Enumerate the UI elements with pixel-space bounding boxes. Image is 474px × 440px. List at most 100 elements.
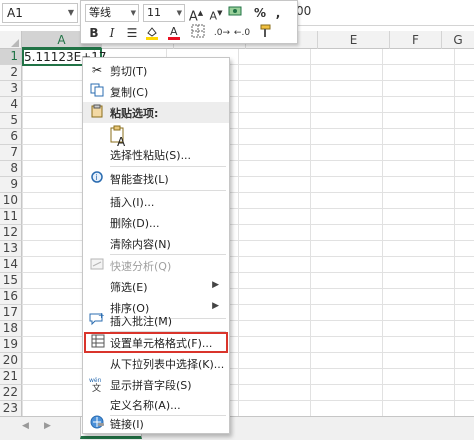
row-header-23[interactable]: 23 [0, 401, 22, 417]
row-header-2[interactable]: 2 [0, 65, 22, 81]
column-header-f[interactable]: F [390, 31, 442, 49]
decrease-font-icon[interactable]: A▼ [207, 4, 225, 23]
menu-item-insert[interactable]: 插入(I)... [83, 191, 229, 212]
menu-item-label: 设置单元格格式(F)... [110, 337, 213, 350]
percent-style-button[interactable]: % [251, 4, 269, 22]
fill-color-icon[interactable] [143, 24, 161, 42]
row-header-19[interactable]: 19 [0, 337, 22, 353]
select-all-button[interactable] [0, 31, 22, 49]
svg-text:i: i [95, 173, 97, 182]
row-header-10[interactable]: 10 [0, 193, 22, 209]
menu-item-phonetic[interactable]: wén 文 显示拼音字段(S) [83, 374, 229, 395]
menu-item-link[interactable]: 链接(I) [83, 413, 229, 434]
borders-icon[interactable] [189, 24, 207, 42]
scroll-left-icon[interactable]: ◀ [22, 421, 29, 431]
submenu-arrow-icon: ▶ [212, 280, 219, 290]
menu-separator [110, 166, 226, 167]
row-header-18[interactable]: 18 [0, 321, 22, 337]
svg-text:A: A [170, 25, 178, 38]
increase-decimal-icon[interactable]: .0→ [213, 24, 231, 42]
menu-item-label: 复制(C) [110, 86, 149, 99]
mini-toolbar: 等线 ▼ 11 ▼ A▲ A▼ % , B I ☰ A .0→ ←.0 [80, 0, 298, 44]
clipboard-icon [89, 104, 105, 120]
decrease-decimal-icon[interactable]: ←.0 [233, 24, 251, 42]
column-header-g[interactable]: G [442, 31, 474, 49]
row-header-6[interactable]: 6 [0, 129, 22, 145]
context-menu: ✂ 剪切(T) 复制(C) 粘贴选项: A 选择性粘贴(S)... i 智能查找… [82, 57, 230, 434]
comma-style-button[interactable]: , [269, 4, 287, 22]
row-header-3[interactable]: 3 [0, 81, 22, 97]
row-header-1[interactable]: 1 [0, 49, 22, 65]
font-name-box[interactable]: 等线 ▼ [85, 4, 139, 22]
quick-analysis-icon [89, 257, 105, 273]
formula-value[interactable]: 00 [296, 4, 311, 18]
align-center-icon[interactable]: ☰ [123, 24, 141, 42]
row-header-14[interactable]: 14 [0, 257, 22, 273]
menu-item-cut[interactable]: ✂ 剪切(T) [83, 60, 229, 81]
column-header-e[interactable]: E [318, 31, 390, 49]
copy-icon [89, 83, 105, 99]
menu-item-paste-special[interactable]: 选择性粘贴(S)... [83, 144, 229, 165]
row-header-12[interactable]: 12 [0, 225, 22, 241]
menu-item-label: 删除(D)... [110, 217, 160, 230]
name-box[interactable]: A1 ▼ [2, 3, 78, 23]
font-size-value: 11 [147, 6, 161, 19]
menu-item-label: 智能查找(L) [110, 173, 169, 186]
row-header-9[interactable]: 9 [0, 177, 22, 193]
menu-item-smart-lookup[interactable]: i 智能查找(L) [83, 168, 229, 189]
menu-item-label: 插入(I)... [110, 196, 155, 209]
scissors-icon: ✂ [91, 63, 103, 77]
svg-text:wén: wén [89, 377, 102, 384]
link-icon [89, 415, 105, 431]
menu-item-label: 筛选(E) [110, 281, 148, 294]
row-header-4[interactable]: 4 [0, 97, 22, 113]
paste-options-header: 粘贴选项: [83, 102, 229, 123]
row-header-5[interactable]: 5 [0, 113, 22, 129]
format-painter-icon[interactable] [257, 24, 275, 42]
menu-item-label: 快速分析(Q) [110, 260, 172, 273]
paste-values-icon[interactable]: A [110, 125, 130, 149]
font-size-box[interactable]: 11 ▼ [143, 4, 185, 22]
row-header-15[interactable]: 15 [0, 273, 22, 289]
menu-item-clear-contents[interactable]: 清除内容(N) [83, 233, 229, 254]
chevron-down-icon[interactable]: ▼ [68, 4, 74, 22]
row-header-13[interactable]: 13 [0, 241, 22, 257]
font-color-icon[interactable]: A [165, 24, 183, 42]
row-header-16[interactable]: 16 [0, 289, 22, 305]
menu-item-define-name[interactable]: 定义名称(A)... [83, 394, 229, 415]
chevron-down-icon[interactable]: ▼ [131, 5, 136, 21]
menu-item-insert-comment[interactable]: + 插入批注(M) [83, 310, 229, 331]
menu-item-pick-from-list[interactable]: 从下拉列表中选择(K)... [83, 353, 229, 374]
menu-item-label: 显示拼音字段(S) [110, 379, 192, 392]
menu-item-label: 定义名称(A)... [110, 399, 181, 412]
italic-button[interactable]: I [103, 24, 121, 42]
row-header-21[interactable]: 21 [0, 369, 22, 385]
row-header-8[interactable]: 8 [0, 161, 22, 177]
row-header-17[interactable]: 17 [0, 305, 22, 321]
scroll-right-icon[interactable]: ▶ [44, 421, 51, 431]
row-header-20[interactable]: 20 [0, 353, 22, 369]
menu-item-delete[interactable]: 删除(D)... [83, 212, 229, 233]
menu-item-copy[interactable]: 复制(C) [83, 81, 229, 102]
svg-text:+: + [98, 312, 105, 320]
name-box-value: A1 [7, 6, 23, 20]
menu-item-label: 剪切(T) [110, 65, 148, 78]
increase-font-icon[interactable]: A▲ [187, 4, 205, 24]
row-header-11[interactable]: 11 [0, 209, 22, 225]
menu-item-filter[interactable]: 筛选(E) ▶ [83, 276, 229, 297]
font-name-value: 等线 [89, 6, 111, 19]
menu-item-label: 从下拉列表中选择(K)... [110, 358, 225, 371]
row-header-22[interactable]: 22 [0, 385, 22, 401]
menu-item-label: 插入批注(M) [110, 315, 173, 328]
menu-item-format-cells[interactable]: 设置单元格格式(F)... [84, 332, 228, 353]
menu-item-label: 清除内容(N) [110, 238, 171, 251]
currency-format-icon[interactable] [227, 4, 245, 22]
chevron-down-icon[interactable]: ▼ [177, 5, 182, 21]
menu-item-label: 粘贴选项: [110, 107, 159, 120]
bold-button[interactable]: B [85, 24, 103, 42]
search-icon: i [89, 170, 105, 186]
menu-item-quick-analysis: 快速分析(Q) [83, 255, 229, 276]
row-header-7[interactable]: 7 [0, 145, 22, 161]
svg-text:文: 文 [92, 382, 101, 392]
phonetic-icon: wén 文 [89, 376, 105, 394]
